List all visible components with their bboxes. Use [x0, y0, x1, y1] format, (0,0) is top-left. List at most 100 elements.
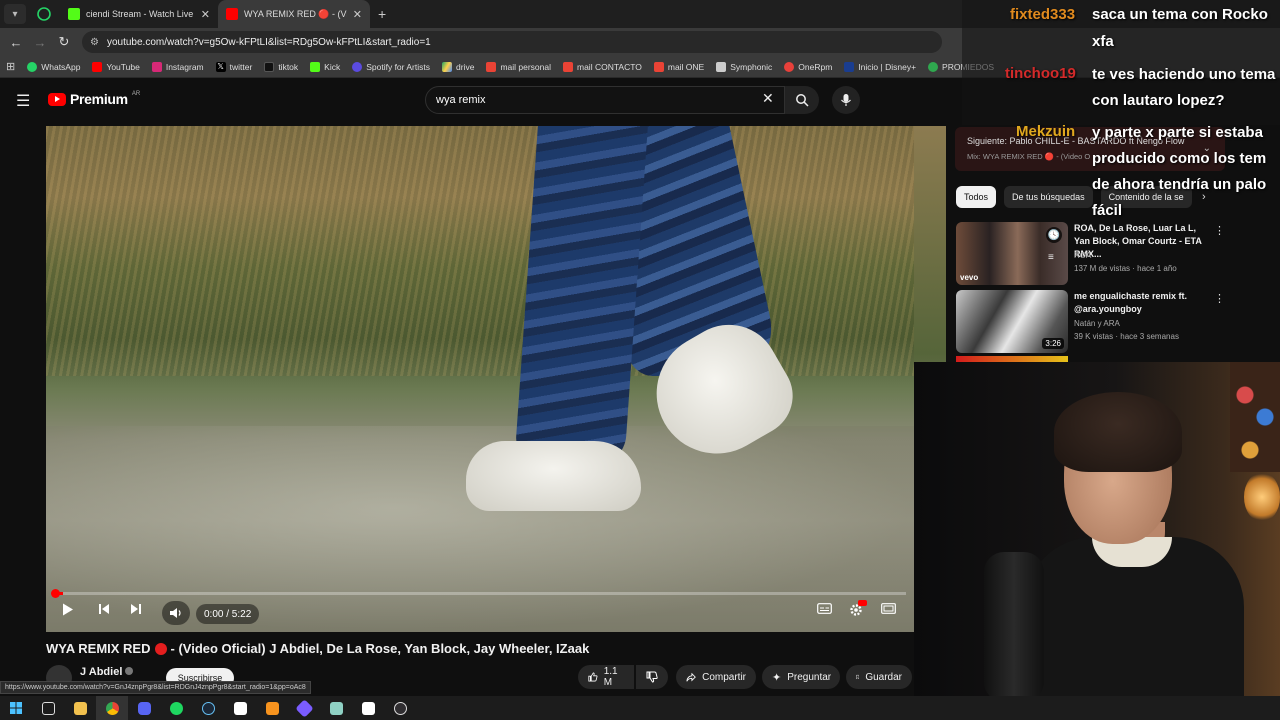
apps-grid-icon[interactable]: ⊞	[6, 60, 15, 73]
share-button[interactable]: Compartir	[676, 665, 756, 689]
youtube-logo[interactable]: Premium AR	[48, 91, 140, 107]
steam-icon[interactable]	[192, 696, 224, 720]
task-view-icon[interactable]	[32, 696, 64, 720]
instagram-icon	[151, 61, 162, 72]
time-display: 0:00 / 5:22	[196, 604, 260, 624]
bookmark-instagram[interactable]: Instagram	[151, 61, 204, 72]
bookmark-label: drive	[456, 61, 475, 72]
bookmark-symphonic[interactable]: Symphonic	[716, 61, 772, 72]
subtitles-icon	[816, 603, 832, 614]
save-button[interactable]: Guardar	[846, 665, 912, 689]
clear-search-icon[interactable]: ✕	[762, 90, 774, 107]
rec-video-title[interactable]: ROA, De La Rose, Luar La L, Yan Block, O…	[1074, 222, 1214, 261]
voice-search-button[interactable]	[832, 86, 860, 114]
dislike-button[interactable]	[636, 665, 668, 689]
fl-studio-icon[interactable]	[256, 696, 288, 720]
subtitles-button[interactable]	[814, 603, 834, 614]
search-input[interactable]: wya remix	[425, 86, 785, 114]
rec-video-title[interactable]: me engualichaste remix ft. @ara.youngboy	[1074, 290, 1214, 316]
discord-icon[interactable]	[128, 696, 160, 720]
rec-video-meta: 137 M de vistas · hace 1 año	[1074, 264, 1177, 273]
chat-message: fixted333	[1010, 6, 1075, 23]
add-to-queue-icon[interactable]: ≡	[1048, 252, 1054, 263]
bookmark-tiktok[interactable]: tiktok	[264, 61, 298, 72]
ask-button[interactable]: ✦ Preguntar	[762, 665, 840, 689]
app-icon[interactable]	[320, 696, 352, 720]
close-tab-icon[interactable]: ✕	[201, 8, 210, 21]
scrubber-handle[interactable]	[51, 589, 60, 598]
bookmark-mail-personal[interactable]: mail personal	[486, 61, 551, 72]
capcut-icon[interactable]	[352, 696, 384, 720]
more-options-icon[interactable]: ⋮	[1214, 292, 1225, 305]
chrome-icon[interactable]	[96, 696, 128, 720]
rec-channel-name[interactable]: Natán y ARA	[1074, 319, 1120, 328]
like-button[interactable]: 1.1 M	[578, 665, 634, 689]
volume-icon	[170, 608, 181, 618]
bookmark-label: Spotify for Artists	[366, 61, 430, 72]
address-bar[interactable]: ⚙ youtube.com/watch?v=g5Ow-kFPtLI&list=R…	[82, 31, 942, 53]
bookmark-label: mail CONTACTO	[577, 61, 642, 72]
channel-name[interactable]: J Abdiel	[80, 666, 134, 678]
chip-de-tus-busquedas[interactable]: De tus búsquedas	[1004, 186, 1093, 208]
video-player[interactable]: i 0:00 / 5:22	[46, 126, 914, 632]
watch-later-clock-icon[interactable]: 🕓	[1046, 227, 1062, 243]
promiedos-icon	[928, 61, 939, 72]
reload-icon[interactable]: ↻	[52, 34, 76, 50]
bookmark-drive[interactable]: drive	[442, 61, 475, 72]
rec-channel-name[interactable]: ROA	[1074, 251, 1091, 260]
url-text: youtube.com/watch?v=g5Ow-kFPtLI&list=RDg…	[106, 36, 431, 48]
bookmark-label: Inicio | Disney+	[858, 61, 917, 72]
gmail-icon	[653, 61, 664, 72]
next-button[interactable]	[126, 603, 146, 615]
settings-button[interactable]	[846, 600, 867, 617]
bookmark-youtube[interactable]: YouTube	[92, 61, 140, 72]
epic-games-icon[interactable]	[224, 696, 256, 720]
x-icon: 𝕏	[215, 61, 226, 72]
recommended-video[interactable]: vevo 🕓 ≡ ROA, De La Rose, Luar La L, Yan…	[956, 222, 1256, 288]
video-thumbnail[interactable]: 3:26	[956, 290, 1068, 353]
bookmark-icon	[856, 674, 860, 680]
next-icon	[131, 604, 141, 614]
search-button[interactable]	[785, 86, 819, 114]
obs-icon[interactable]	[384, 696, 416, 720]
bookmark-onerpm[interactable]: OneRpm	[784, 61, 832, 72]
bookmark-whatsapp[interactable]: WhatsApp	[27, 61, 81, 72]
video-thumbnail[interactable]: vevo 🕓 ≡	[956, 222, 1068, 285]
menu-icon[interactable]: ☰	[16, 91, 30, 111]
drive-icon	[442, 61, 452, 72]
bookmark-kick[interactable]: Kick	[310, 61, 340, 72]
forward-icon[interactable]: →	[28, 35, 52, 50]
country-code: AR	[131, 91, 141, 97]
recommended-video[interactable]: 3:26 me engualichaste remix ft. @ara.you…	[956, 290, 1256, 356]
bookmark-label: WhatsApp	[41, 61, 81, 72]
theater-mode-button[interactable]	[878, 603, 898, 614]
bookmark-mail-contacto[interactable]: mail CONTACTO	[563, 61, 642, 72]
chip-todos[interactable]: Todos	[956, 186, 997, 208]
video-frame-shoe	[466, 441, 641, 511]
tab-youtube-video[interactable]: WYA REMIX RED 🔴 - (Video O ✕	[218, 0, 370, 28]
progress-bar[interactable]	[54, 592, 906, 595]
bookmark-label: twitter	[229, 61, 253, 72]
chat-text: y parte x parte si estaba	[1092, 124, 1263, 141]
bookmark-spotify-artists[interactable]: Spotify for Artists	[352, 61, 430, 72]
back-icon[interactable]: ←	[4, 35, 28, 50]
volume-button[interactable]	[162, 601, 190, 625]
windows-start-icon[interactable]	[0, 696, 32, 720]
file-explorer-icon[interactable]	[64, 696, 96, 720]
play-button[interactable]	[58, 603, 78, 616]
previous-button[interactable]	[94, 603, 114, 615]
site-info-icon[interactable]: ⚙	[90, 37, 99, 48]
bookmark-twitter[interactable]: 𝕏twitter	[215, 61, 253, 72]
bookmark-mail-one[interactable]: mail ONE	[653, 61, 704, 72]
pinned-tab-whatsapp[interactable]	[32, 3, 56, 25]
thumbs-up-icon	[588, 672, 598, 682]
more-options-icon[interactable]: ⋮	[1214, 224, 1225, 237]
bookmark-disney[interactable]: Inicio | Disney+	[844, 61, 917, 72]
spotify-icon[interactable]	[160, 696, 192, 720]
tab-search-button[interactable]: ▾	[4, 4, 26, 24]
new-tab-button[interactable]: +	[378, 6, 386, 22]
close-tab-icon[interactable]: ✕	[353, 8, 362, 21]
lamp-light	[1244, 472, 1280, 522]
tab-kick-stream[interactable]: ciendi Stream - Watch Live on K ✕	[60, 0, 218, 28]
app-icon[interactable]	[288, 696, 320, 720]
